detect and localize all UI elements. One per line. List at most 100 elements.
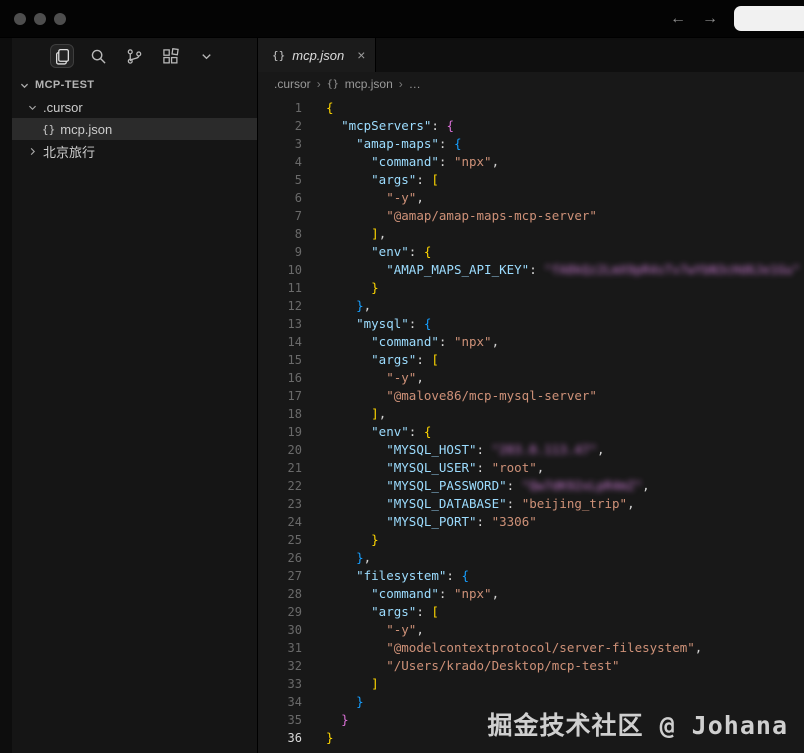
titlebar: ← → <box>0 0 804 38</box>
code-line[interactable]: 3 "amap-maps": { <box>258 135 804 153</box>
code-line-content: ] <box>302 675 379 693</box>
explorer-icon[interactable] <box>50 44 74 68</box>
code-line-content: } <box>302 279 379 297</box>
workspace-name: MCP-TEST <box>35 79 94 91</box>
code-line[interactable]: 24 "MYSQL_PORT": "3306" <box>258 513 804 531</box>
code-line[interactable]: 15 "args": [ <box>258 351 804 369</box>
sidebar-item-mcp-json[interactable]: {} mcp.json <box>12 118 257 140</box>
code-line-content: "mcpServers": { <box>302 117 454 135</box>
code-line[interactable]: 33 ] <box>258 675 804 693</box>
code-line[interactable]: 16 "-y", <box>258 369 804 387</box>
line-number: 10 <box>258 261 302 279</box>
breadcrumb-separator: › <box>317 77 321 91</box>
source-control-icon[interactable] <box>122 44 146 68</box>
code-line-content: "env": { <box>302 423 431 441</box>
code-line[interactable]: 17 "@malove86/mcp-mysql-server" <box>258 387 804 405</box>
line-number: 2 <box>258 117 302 135</box>
line-number: 33 <box>258 675 302 693</box>
line-number: 36 <box>258 729 302 747</box>
code-line[interactable]: 14 "command": "npx", <box>258 333 804 351</box>
code-line[interactable]: 4 "command": "npx", <box>258 153 804 171</box>
line-number: 13 <box>258 315 302 333</box>
code-line-content: "MYSQL_PASSWORD": "Qw7dK92xLpR4mZ", <box>302 477 650 495</box>
code-line[interactable]: 23 "MYSQL_DATABASE": "beijing_trip", <box>258 495 804 513</box>
code-line-content: "filesystem": { <box>302 567 469 585</box>
code-line[interactable]: 29 "args": [ <box>258 603 804 621</box>
code-line[interactable]: 21 "MYSQL_USER": "root", <box>258 459 804 477</box>
code-line[interactable]: 6 "-y", <box>258 189 804 207</box>
code-line-content: "command": "npx", <box>302 585 499 603</box>
tab-bar: {} mcp.json × <box>258 38 804 72</box>
code-line[interactable]: 12 }, <box>258 297 804 315</box>
code-line[interactable]: 18 ], <box>258 405 804 423</box>
code-line[interactable]: 10 "AMAP_MAPS_API_KEY": "fA8kQz2LmX9pR4s… <box>258 261 804 279</box>
sidebar-item-cursor-folder[interactable]: .cursor <box>12 96 257 118</box>
code-line[interactable]: 28 "command": "npx", <box>258 585 804 603</box>
activity-bar <box>12 38 257 74</box>
line-number: 21 <box>258 459 302 477</box>
tab-label: mcp.json <box>292 48 344 63</box>
json-file-icon: {} <box>42 123 55 136</box>
sidebar: MCP-TEST .cursor {} mcp.json 北京旅行 <box>12 38 258 753</box>
more-views-chevron-icon[interactable] <box>194 44 218 68</box>
code-line[interactable]: 9 "env": { <box>258 243 804 261</box>
chevron-right-icon <box>27 146 38 157</box>
code-line[interactable]: 19 "env": { <box>258 423 804 441</box>
minimize-window-button[interactable] <box>34 13 46 25</box>
code-line[interactable]: 11 } <box>258 279 804 297</box>
line-number: 7 <box>258 207 302 225</box>
line-number: 28 <box>258 585 302 603</box>
code-line[interactable]: 5 "args": [ <box>258 171 804 189</box>
line-number: 1 <box>258 99 302 117</box>
code-line[interactable]: 26 }, <box>258 549 804 567</box>
maximize-window-button[interactable] <box>54 13 66 25</box>
code-line[interactable]: 35 } <box>258 711 804 729</box>
breadcrumb-symbol[interactable]: … <box>409 77 421 91</box>
line-number: 5 <box>258 171 302 189</box>
line-number: 25 <box>258 531 302 549</box>
forward-button[interactable]: → <box>702 11 718 27</box>
breadcrumb-folder[interactable]: .cursor <box>274 77 311 91</box>
code-line[interactable]: 7 "@amap/amap-maps-mcp-server" <box>258 207 804 225</box>
code-line[interactable]: 8 ], <box>258 225 804 243</box>
code-line-content: { <box>302 99 334 117</box>
code-line-content: } <box>302 531 379 549</box>
tab-mcp-json[interactable]: {} mcp.json × <box>258 38 376 72</box>
code-line[interactable]: 22 "MYSQL_PASSWORD": "Qw7dK92xLpR4mZ", <box>258 477 804 495</box>
code-line-content: "MYSQL_PORT": "3306" <box>302 513 537 531</box>
code-line-content: "MYSQL_USER": "root", <box>302 459 544 477</box>
line-number: 17 <box>258 387 302 405</box>
code-editor[interactable]: 1{2 "mcpServers": {3 "amap-maps": {4 "co… <box>258 96 804 753</box>
code-line[interactable]: 25 } <box>258 531 804 549</box>
breadcrumb-file[interactable]: mcp.json <box>345 77 393 91</box>
code-line[interactable]: 36} <box>258 729 804 747</box>
code-line[interactable]: 34 } <box>258 693 804 711</box>
sidebar-item-beijing-trip-folder[interactable]: 北京旅行 <box>12 140 257 162</box>
tab-close-icon[interactable]: × <box>357 47 365 63</box>
code-line[interactable]: 30 "-y", <box>258 621 804 639</box>
line-number: 3 <box>258 135 302 153</box>
extensions-icon[interactable] <box>158 44 182 68</box>
line-number: 24 <box>258 513 302 531</box>
main-area: MCP-TEST .cursor {} mcp.json 北京旅行 <box>0 38 804 753</box>
code-line[interactable]: 13 "mysql": { <box>258 315 804 333</box>
back-button[interactable]: ← <box>670 11 686 27</box>
close-window-button[interactable] <box>14 13 26 25</box>
code-line-content: "-y", <box>302 189 424 207</box>
code-line[interactable]: 32 "/Users/krado/Desktop/mcp-test" <box>258 657 804 675</box>
file-explorer-tree: MCP-TEST .cursor {} mcp.json 北京旅行 <box>12 74 257 162</box>
code-line[interactable]: 2 "mcpServers": { <box>258 117 804 135</box>
code-line[interactable]: 20 "MYSQL_HOST": "203.0.113.47", <box>258 441 804 459</box>
code-line-content: ], <box>302 405 386 423</box>
workspace-section-header[interactable]: MCP-TEST <box>12 74 257 96</box>
code-line[interactable]: 1{ <box>258 99 804 117</box>
breadcrumb: .cursor › {} mcp.json › … <box>258 72 804 96</box>
redacted-value: "203.0.113.47" <box>492 442 597 457</box>
code-line[interactable]: 31 "@modelcontextprotocol/server-filesys… <box>258 639 804 657</box>
titlebar-search-field[interactable] <box>734 6 804 31</box>
json-file-icon: {} <box>327 79 339 90</box>
breadcrumb-separator: › <box>399 77 403 91</box>
code-line[interactable]: 27 "filesystem": { <box>258 567 804 585</box>
search-icon[interactable] <box>86 44 110 68</box>
line-number: 20 <box>258 441 302 459</box>
